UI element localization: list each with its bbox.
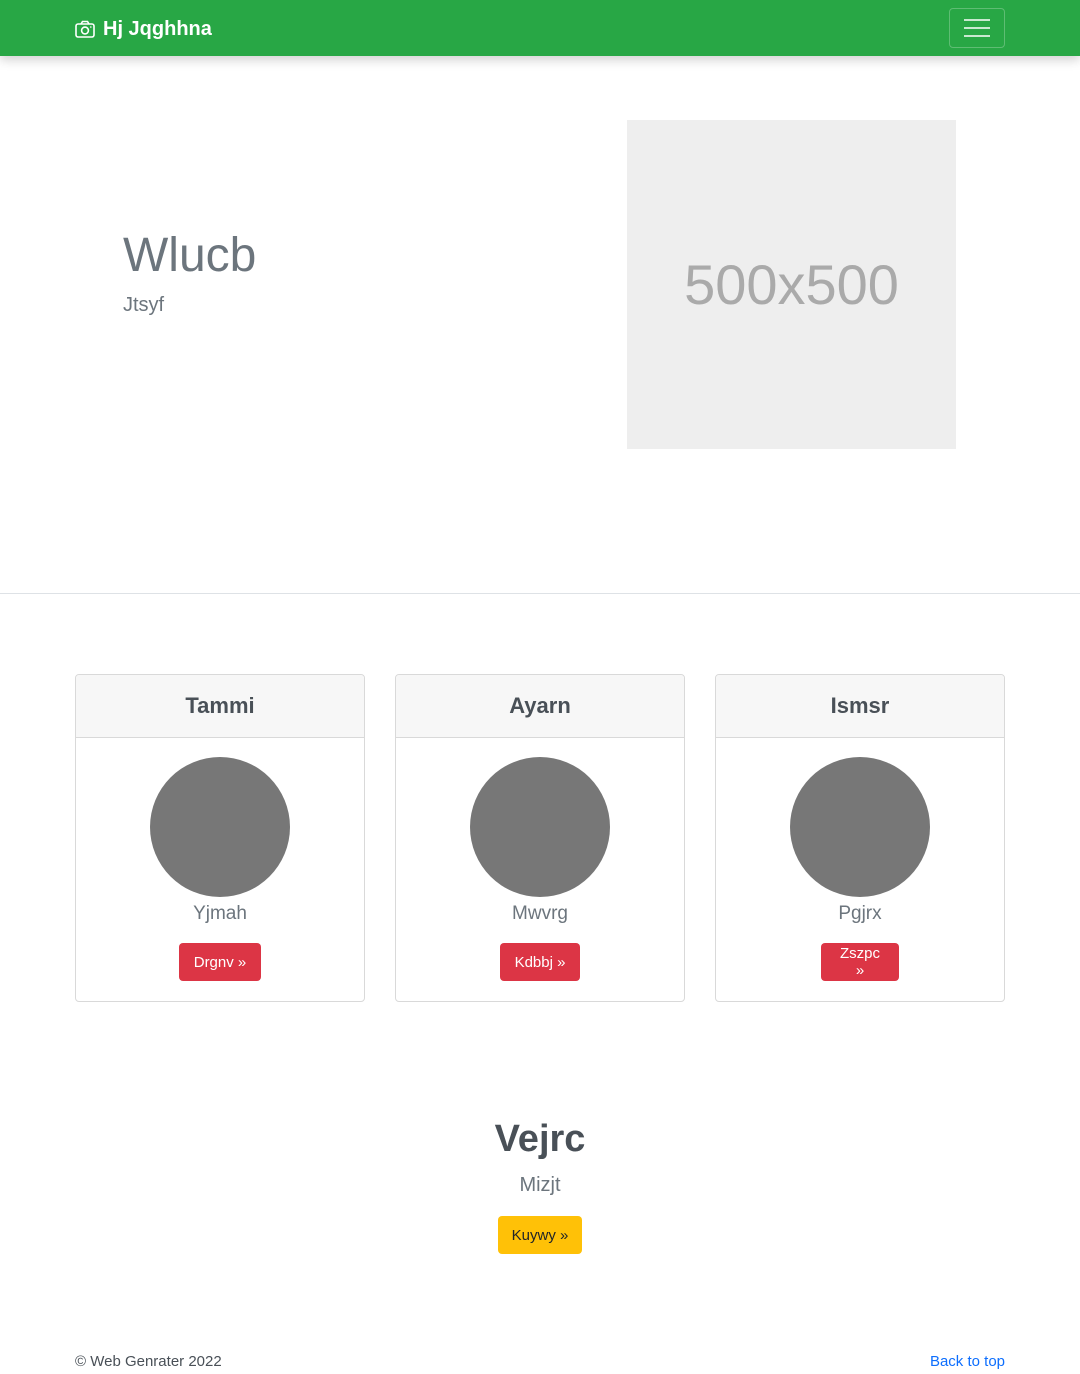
hero-subtitle: Jtsyf	[123, 294, 165, 316]
card-action-button[interactable]: Drgnv »	[179, 943, 261, 981]
card-name: Mwvrg	[512, 903, 568, 924]
brand-text: Hj Jqghhna	[103, 17, 212, 40]
avatar	[790, 757, 930, 897]
card-action-button[interactable]: Zszpc »	[821, 943, 899, 981]
hero-image-label: 500x500	[684, 253, 899, 316]
card: Tammi Yjmah Drgnv »	[75, 674, 365, 1002]
card-action-button[interactable]: Kdbbj »	[500, 943, 580, 981]
card-name: Pgjrx	[838, 903, 882, 924]
navbar-toggler-button[interactable]	[949, 8, 1005, 48]
card: Ayarn Mwvrg Kdbbj »	[395, 674, 685, 1002]
hamburger-menu-icon	[964, 19, 990, 21]
back-to-top-link[interactable]: Back to top	[930, 1353, 1005, 1370]
card: Ismsr Pgjrx Zszpc »	[715, 674, 1005, 1002]
card-name: Yjmah	[193, 903, 247, 924]
feature-title: Vejrc	[494, 1118, 586, 1160]
feature-subtitle: Mizjt	[519, 1174, 561, 1196]
feature-action-button[interactable]: Kuywy »	[498, 1216, 582, 1254]
navbar: Hj Jqghhna	[0, 0, 1080, 56]
footer-copyright: © Web Genrater 2022	[75, 1353, 222, 1370]
camera-icon	[75, 20, 95, 38]
avatar	[150, 757, 290, 897]
card-header: Ismsr	[716, 675, 1004, 738]
card-header: Ayarn	[396, 675, 684, 738]
avatar	[470, 757, 610, 897]
card-header: Tammi	[76, 675, 364, 738]
navbar-brand[interactable]: Hj Jqghhna	[75, 15, 212, 43]
hero-image-placeholder: 500x500	[627, 120, 956, 449]
section-divider	[0, 593, 1080, 594]
hero-title: Wlucb	[123, 229, 257, 282]
